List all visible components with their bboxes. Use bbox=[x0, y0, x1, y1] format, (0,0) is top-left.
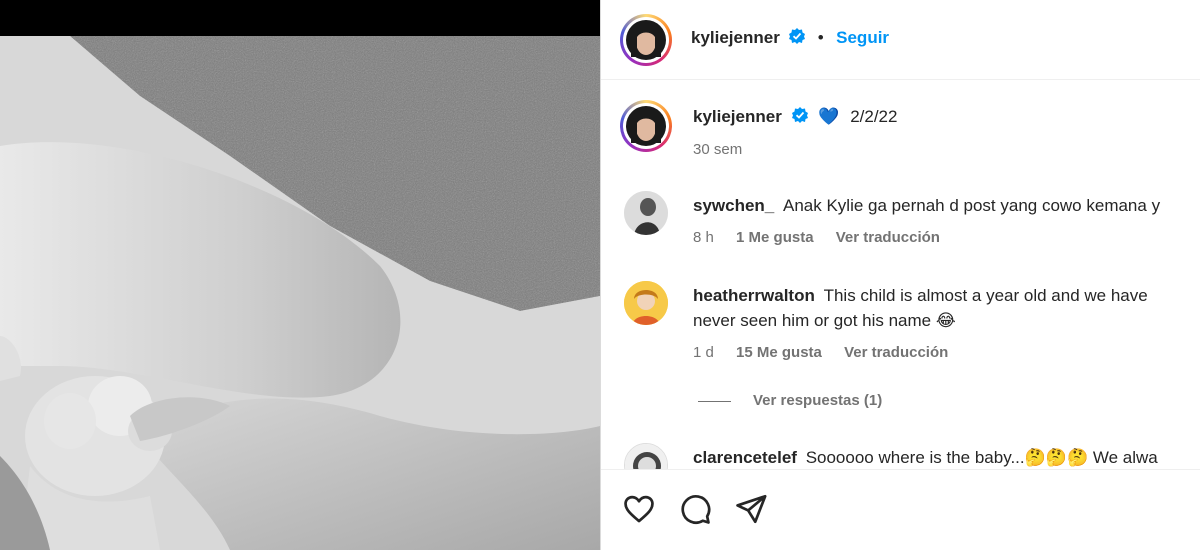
comment-text: Soooooo where is the baby...🤔🤔🤔 We alwa bbox=[805, 448, 1158, 467]
comment-time: 1 d bbox=[693, 344, 714, 361]
post-details-pane: kyliejenner • Seguir kyliejenner 💙 2/2/2… bbox=[600, 0, 1200, 550]
comment-username[interactable]: heatherrwalton bbox=[693, 286, 815, 305]
comment-likes[interactable]: 1 Me gusta bbox=[736, 229, 814, 246]
comment-time: 8 h bbox=[693, 229, 714, 246]
comment-meta: 1 d 15 Me gusta Ver traducción bbox=[693, 344, 948, 361]
comment-avatar[interactable] bbox=[624, 191, 668, 235]
post-header: kyliejenner • Seguir bbox=[601, 0, 1200, 80]
comment-username[interactable]: sywchen_ bbox=[693, 196, 774, 215]
replies-divider bbox=[698, 401, 731, 402]
avatar-photo bbox=[626, 20, 666, 60]
separator-dot: • bbox=[817, 28, 824, 47]
comment-text: This child is almost a year old and we h… bbox=[823, 286, 1148, 305]
comment-row: heatherrwalton This child is almost a ye… bbox=[693, 286, 1148, 306]
comment-row: sywchen_ Anak Kylie ga pernah d post yan… bbox=[693, 196, 1160, 216]
avatar-photo bbox=[625, 444, 667, 469]
verified-badge-icon bbox=[789, 28, 806, 49]
caption-time: 30 sem bbox=[693, 141, 743, 158]
follow-button[interactable]: Seguir bbox=[836, 28, 889, 47]
header-author-row: kyliejenner • Seguir bbox=[691, 28, 889, 49]
avatar-photo bbox=[626, 106, 666, 146]
comment-text-line2: never seen him or got his name 😂 bbox=[693, 311, 956, 330]
comments-list[interactable]: kyliejenner 💙 2/2/22 30 sem sywchen_ Ana… bbox=[601, 81, 1200, 469]
avatar-photo bbox=[624, 281, 668, 325]
comment-avatar[interactable] bbox=[624, 443, 668, 469]
blue-heart-emoji: 💙 bbox=[818, 107, 840, 126]
comment-likes[interactable]: 15 Me gusta bbox=[736, 344, 822, 361]
author-avatar[interactable] bbox=[620, 14, 672, 66]
comment-icon[interactable] bbox=[678, 492, 712, 526]
header-username[interactable]: kyliejenner bbox=[691, 28, 780, 47]
post-photo[interactable] bbox=[0, 36, 600, 550]
caption-author-avatar[interactable] bbox=[620, 100, 672, 152]
comment-avatar[interactable] bbox=[624, 281, 668, 325]
post-photo-pane bbox=[0, 0, 600, 550]
post-actions-bar bbox=[601, 469, 1200, 550]
comment-row: clarencetelef Soooooo where is the baby.… bbox=[693, 448, 1158, 468]
share-icon[interactable] bbox=[734, 492, 768, 526]
comment-meta: 8 h 1 Me gusta Ver traducción bbox=[693, 229, 940, 246]
see-translation-link[interactable]: Ver traducción bbox=[836, 229, 940, 246]
caption-text: 2/2/22 bbox=[850, 107, 898, 126]
caption-username[interactable]: kyliejenner bbox=[693, 107, 782, 126]
caption-row: kyliejenner 💙 2/2/22 bbox=[693, 107, 897, 128]
heart-icon[interactable] bbox=[622, 492, 656, 526]
see-translation-link[interactable]: Ver traducción bbox=[844, 344, 948, 361]
view-replies-link[interactable]: Ver respuestas (1) bbox=[753, 392, 882, 409]
comment-username[interactable]: clarencetelef bbox=[693, 448, 797, 467]
avatar-photo bbox=[624, 191, 668, 235]
verified-badge-icon bbox=[791, 107, 808, 128]
comment-text: Anak Kylie ga pernah d post yang cowo ke… bbox=[783, 196, 1161, 215]
baby-hand-photo bbox=[0, 36, 600, 550]
